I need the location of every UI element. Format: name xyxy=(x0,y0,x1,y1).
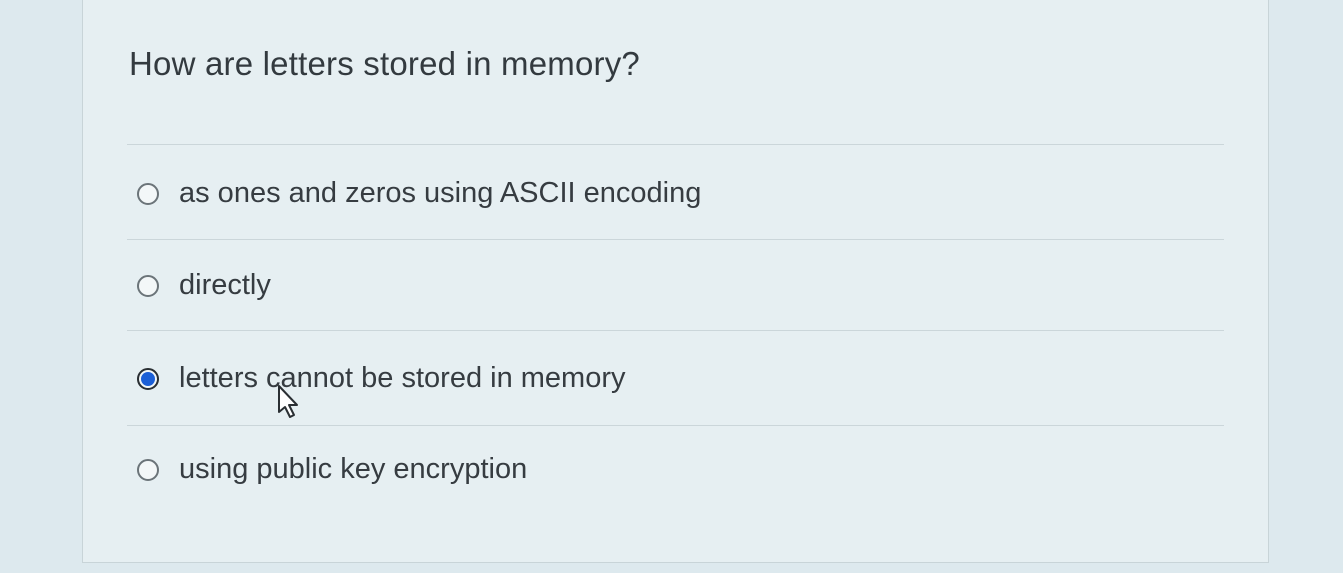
divider xyxy=(127,144,1224,145)
divider xyxy=(127,425,1224,426)
mouse-pointer-icon xyxy=(278,385,298,418)
radio-button-icon[interactable] xyxy=(137,274,159,297)
radio-button-icon[interactable] xyxy=(137,458,159,481)
radio-dot xyxy=(141,371,155,386)
option-directly[interactable]: directly xyxy=(137,269,271,302)
radio-button-icon[interactable] xyxy=(137,182,159,205)
radio-button-selected-icon[interactable] xyxy=(137,367,159,390)
question-text: How are letters stored in memory? xyxy=(129,45,640,82)
option-ascii[interactable]: as ones and zeros using ASCII encoding xyxy=(137,177,701,210)
option-public-key[interactable]: using public key encryption xyxy=(137,453,527,486)
option-label: letters cannot be stored in memory xyxy=(179,362,626,394)
option-label: as ones and zeros using ASCII encoding xyxy=(179,177,702,209)
divider xyxy=(127,330,1224,331)
question-card: How are letters stored in memory? as one… xyxy=(82,0,1269,563)
option-cannot-be-stored[interactable]: letters cannot be stored in memory xyxy=(137,362,625,395)
divider xyxy=(127,239,1224,240)
option-label: directly xyxy=(179,269,271,301)
option-label: using public key encryption xyxy=(179,453,528,485)
